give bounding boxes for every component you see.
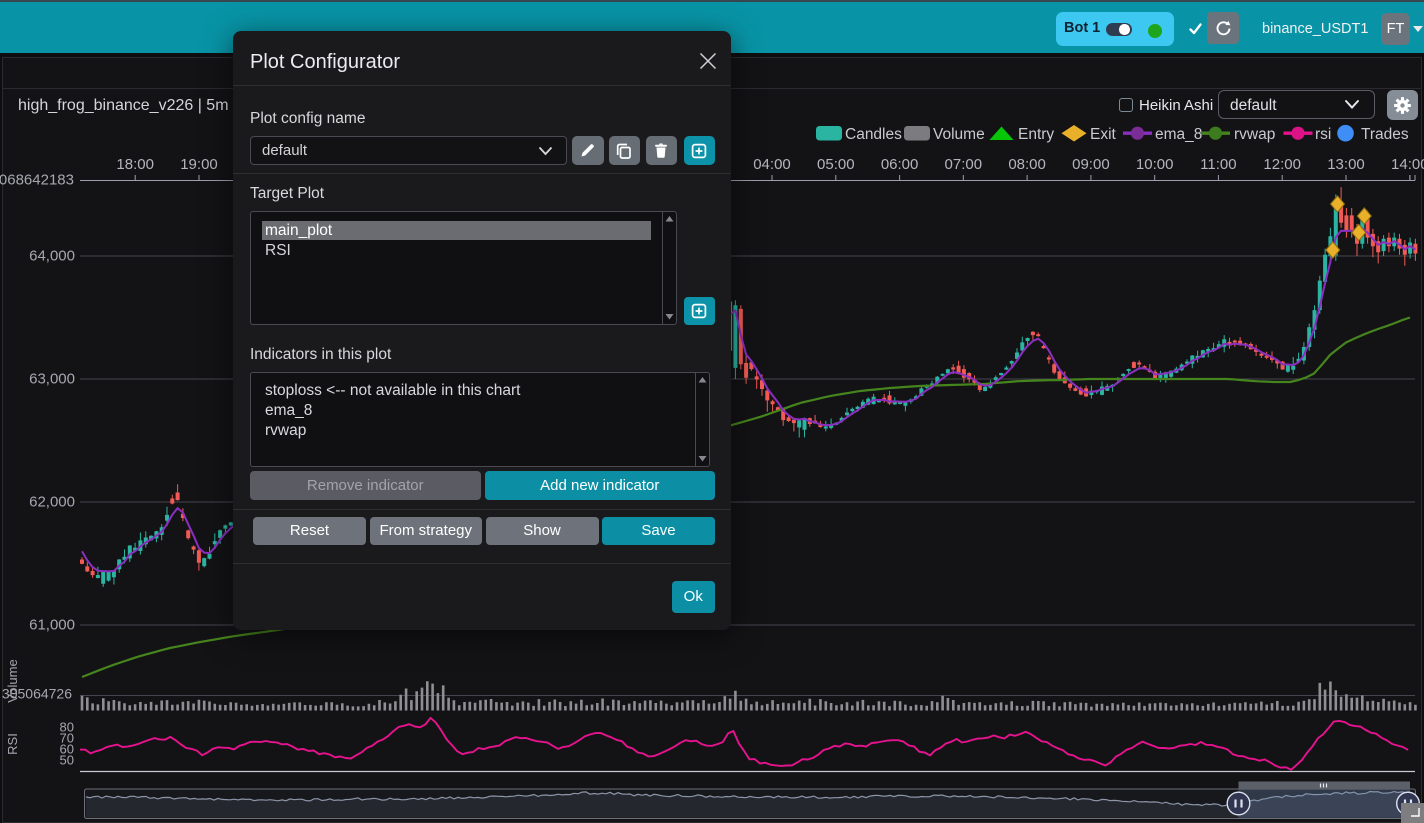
svg-text:Volume: Volume [933, 126, 985, 143]
svg-text:05:00: 05:00 [817, 156, 855, 173]
svg-text:18:00: 18:00 [116, 156, 154, 173]
svg-text:13:00: 13:00 [1327, 156, 1365, 173]
svg-text:Trades: Trades [1361, 126, 1409, 143]
svg-text:Candles: Candles [845, 126, 902, 143]
svg-text:19:00: 19:00 [180, 156, 218, 173]
svg-text:08:00: 08:00 [1008, 156, 1046, 173]
svg-text:rvwap: rvwap [1234, 126, 1275, 143]
svg-text:Entry: Entry [1018, 126, 1054, 143]
svg-text:11:00: 11:00 [1200, 156, 1236, 173]
svg-text:50: 50 [60, 753, 74, 768]
svg-text:Exit: Exit [1090, 126, 1117, 143]
svg-text:12:00: 12:00 [1263, 156, 1301, 173]
svg-text:62,000: 62,000 [29, 494, 75, 511]
svg-text:068642183: 068642183 [0, 172, 74, 189]
svg-text:06:00: 06:00 [881, 156, 919, 173]
svg-text:rsi: rsi [1315, 126, 1331, 143]
svg-text:04:00: 04:00 [753, 156, 791, 173]
svg-text:high_frog_binance_v226 | 5m: high_frog_binance_v226 | 5m [18, 97, 229, 114]
svg-text:61,000: 61,000 [29, 617, 75, 634]
svg-text:14:00: 14:00 [1391, 156, 1424, 173]
svg-text:ema_8: ema_8 [1155, 126, 1202, 143]
svg-text:64,000: 64,000 [29, 248, 75, 265]
svg-text:07:00: 07:00 [945, 156, 983, 173]
svg-text:63,000: 63,000 [29, 371, 75, 388]
svg-text:Volume: Volume [5, 659, 20, 702]
svg-text:RSI: RSI [5, 733, 20, 755]
svg-text:09:00: 09:00 [1072, 156, 1110, 173]
svg-text:10:00: 10:00 [1136, 156, 1174, 173]
